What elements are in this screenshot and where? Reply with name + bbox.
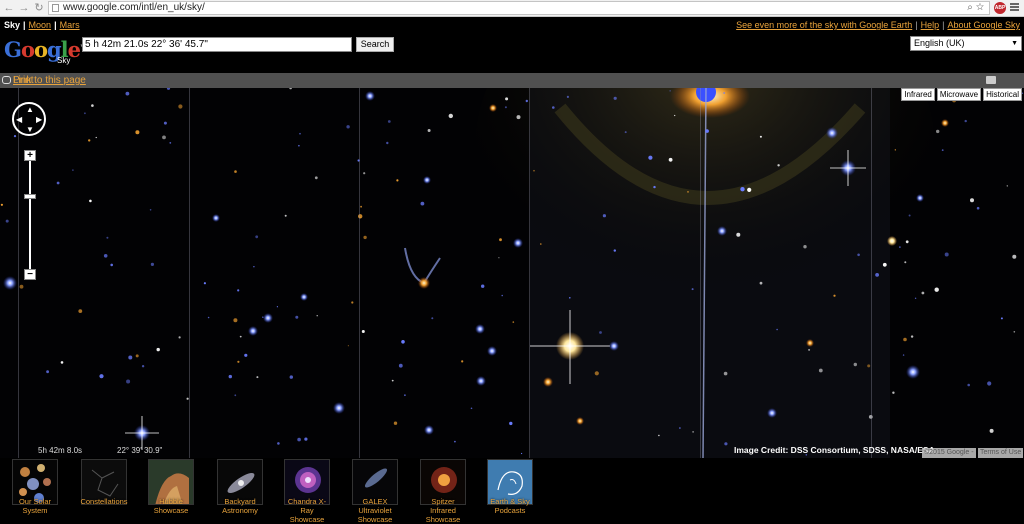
historical-layer-button[interactable]: Historical — [983, 88, 1022, 101]
showcase-bar: Our Solar System Constellations Hubble Sho… — [0, 458, 1024, 524]
link-icon — [2, 76, 11, 84]
showcase-backyard-astronomy[interactable]: Backyard Astronomy — [210, 459, 270, 515]
language-select[interactable]: English (UK) ▼ — [910, 36, 1022, 51]
terms-of-use-link[interactable]: Terms of Use — [978, 448, 1024, 458]
showcase-constellations[interactable]: Constellations — [74, 459, 134, 510]
pan-down-icon[interactable]: ▼ — [26, 125, 34, 134]
showcase-hubble[interactable]: Hubble Showcase — [141, 459, 201, 515]
nav-mars-link[interactable]: Mars — [60, 20, 80, 30]
microwave-layer-button[interactable]: Microwave — [936, 88, 982, 101]
grid-line — [18, 88, 19, 458]
coord-ra: 5h 42m 8.0s — [38, 446, 83, 455]
language-value: English (UK) — [914, 38, 965, 48]
browser-toolbar: ← → ↻ www.google.com/intl/en_uk/sky/ ⌕☆ … — [0, 0, 1024, 17]
address-bar[interactable]: www.google.com/intl/en_uk/sky/ ⌕☆ — [48, 1, 990, 15]
pan-up-icon[interactable]: ▲ — [26, 105, 34, 114]
google-sky-logo[interactable]: Google™ — [4, 37, 86, 62]
adblock-icon[interactable]: ABP — [994, 2, 1006, 14]
menu-icon[interactable] — [1010, 3, 1019, 12]
back-arrow-icon[interactable]: ← — [3, 2, 15, 14]
print-link[interactable]: Print — [13, 73, 1020, 88]
logo-subtitle: Sky — [57, 56, 71, 65]
link-bar: Link to this page Print — [0, 73, 1024, 88]
zoom-slider-track[interactable] — [29, 158, 31, 276]
showcase-spitzer[interactable]: Spitzer Infrared Showcase — [413, 459, 473, 524]
image-credit: Image Credit: DSS Consortium, SDSS, NASA… — [734, 445, 935, 455]
showcase-chandra[interactable]: Chandra X- Ray Showcase — [277, 459, 337, 524]
showcase-earth-sky-podcasts[interactable]: Earth & Sky Podcasts — [480, 459, 540, 515]
grid-line — [529, 88, 530, 458]
pan-left-icon[interactable]: ◀ — [16, 115, 22, 124]
star-icon[interactable]: ☆ — [976, 2, 987, 13]
grid-line — [359, 88, 360, 458]
pan-control[interactable]: ▲ ▼ ◀ ▶ — [12, 102, 46, 136]
coord-dec: 22° 39' 30.9" — [117, 446, 163, 455]
infrared-layer-button[interactable]: Infrared — [901, 88, 935, 101]
chevron-down-icon: ▼ — [1011, 40, 1018, 47]
showcase-solar-system[interactable]: Our Solar System — [5, 459, 65, 515]
nav-moon-link[interactable]: Moon — [29, 20, 52, 30]
copyright: ©2015 Google - — [922, 448, 976, 458]
page-icon — [52, 4, 59, 12]
sky-header: Google™ Sky 5 h 42m 21.0s 22° 36' 45.7" … — [0, 33, 1024, 73]
sky-map[interactable]: Infrared Microwave Historical ▲ ▼ ◀ ▶ + … — [0, 88, 1024, 458]
address-bar-actions: ⌕☆ — [967, 2, 987, 14]
help-link[interactable]: Help — [921, 20, 940, 30]
top-nav: Sky | Moon | Mars See even more of the sky w… — [0, 17, 1024, 33]
grid-line — [189, 88, 190, 458]
reload-icon[interactable]: ↻ — [33, 2, 45, 14]
showcase-galex[interactable]: GALEX Ultraviolet Showcase — [345, 459, 405, 524]
about-link[interactable]: About Google Sky — [947, 20, 1020, 30]
layer-buttons: Infrared Microwave Historical — [901, 88, 1022, 101]
address-text: www.google.com/intl/en_uk/sky/ — [63, 2, 205, 13]
zoom-in-button[interactable]: + — [24, 150, 36, 161]
zoom-out-button[interactable]: − — [24, 269, 36, 280]
grid-line — [700, 88, 701, 458]
search-icon[interactable]: ⌕ — [967, 2, 976, 13]
pan-right-icon[interactable]: ▶ — [36, 115, 42, 124]
forward-arrow-icon[interactable]: → — [18, 2, 30, 14]
nav-sky-current: Sky — [4, 20, 21, 30]
grid-line — [871, 88, 872, 458]
search-input[interactable]: 5 h 42m 21.0s 22° 36' 45.7" — [82, 37, 352, 52]
search-button[interactable]: Search — [356, 37, 394, 52]
zoom-slider-thumb[interactable] — [24, 194, 36, 199]
google-earth-link[interactable]: See even more of the sky with Google Ear… — [736, 20, 912, 30]
